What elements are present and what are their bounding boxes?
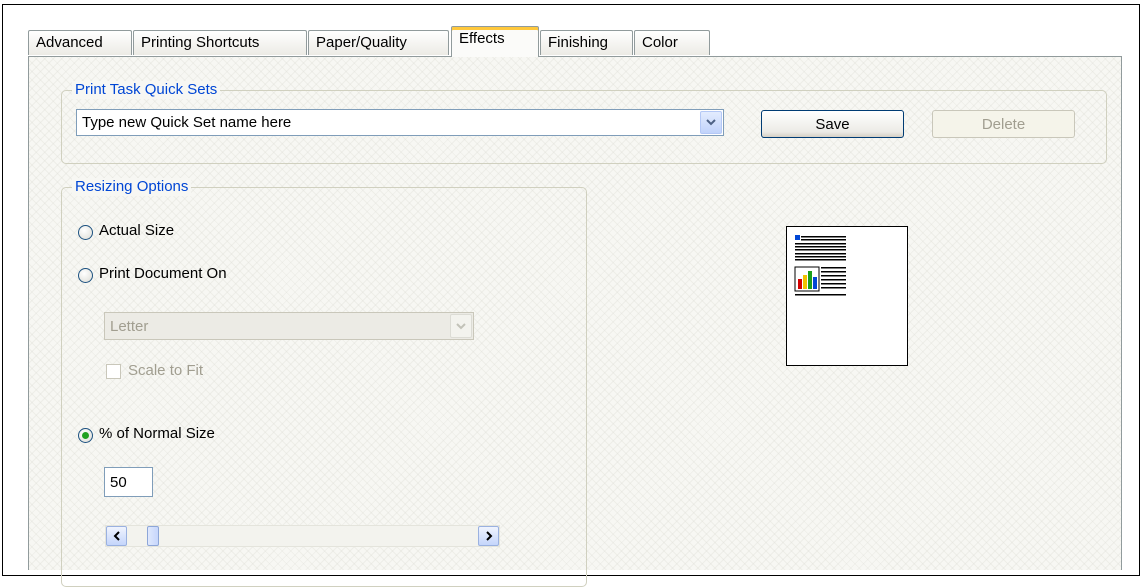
- scroll-left-icon[interactable]: [106, 526, 127, 546]
- scale-to-fit-label[interactable]: Scale to Fit: [128, 362, 203, 379]
- actual-size-radio[interactable]: [78, 225, 93, 240]
- print-document-on-label[interactable]: Print Document On: [99, 265, 227, 282]
- tab-advanced[interactable]: Advanced: [28, 30, 132, 55]
- resizing-options-legend: Resizing Options: [72, 178, 192, 196]
- percent-normal-size-label[interactable]: % of Normal Size: [99, 425, 215, 442]
- quick-sets-group: Print Task Quick Sets Type new Quick Set…: [61, 81, 1107, 164]
- save-button[interactable]: Save: [761, 110, 904, 138]
- document-preview-icon: [786, 226, 908, 366]
- quick-sets-legend: Print Task Quick Sets: [72, 81, 221, 99]
- quick-set-combo[interactable]: Type new Quick Set name here: [76, 109, 724, 136]
- print-document-on-radio[interactable]: [78, 268, 93, 283]
- effects-panel: Print Task Quick Sets Type new Quick Set…: [28, 56, 1122, 587]
- scroll-right-icon[interactable]: [478, 526, 499, 546]
- dropdown-arrow-icon[interactable]: [700, 111, 722, 134]
- resizing-options-group: Resizing Options Actual Size Print Docum…: [61, 178, 587, 587]
- tab-effects[interactable]: Effects: [451, 26, 539, 57]
- percent-value-field[interactable]: [105, 468, 152, 496]
- radio-selected-dot: [82, 432, 89, 439]
- slider-thumb[interactable]: [147, 526, 159, 546]
- percent-value-input[interactable]: [104, 467, 153, 497]
- quick-set-name: Type new Quick Set name here: [82, 114, 292, 131]
- paper-size-value: Letter: [110, 318, 149, 335]
- scale-to-fit-checkbox[interactable]: [106, 364, 121, 379]
- tab-paper-quality[interactable]: Paper/Quality: [308, 30, 449, 55]
- percent-normal-size-radio[interactable]: [78, 428, 93, 443]
- percent-slider[interactable]: [105, 525, 500, 547]
- dropdown-arrow-icon[interactable]: [450, 314, 472, 338]
- delete-button[interactable]: Delete: [932, 110, 1075, 138]
- tab-printing-shortcuts[interactable]: Printing Shortcuts: [133, 30, 307, 55]
- actual-size-label[interactable]: Actual Size: [99, 222, 174, 239]
- tab-color[interactable]: Color: [634, 30, 710, 55]
- paper-size-combo[interactable]: Letter: [104, 312, 474, 340]
- tab-finishing[interactable]: Finishing: [540, 30, 633, 55]
